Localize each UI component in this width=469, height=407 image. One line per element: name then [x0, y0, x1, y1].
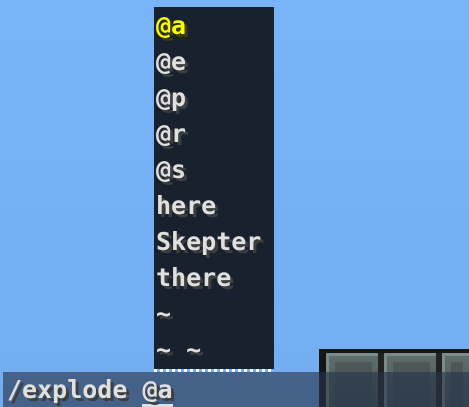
chat-input-field[interactable]: /explode @a: [7, 372, 173, 407]
suggestion-item[interactable]: ~: [156, 297, 171, 331]
suggestion-item[interactable]: @r: [156, 117, 186, 151]
suggestion-item[interactable]: here: [156, 189, 216, 223]
suggestion-item[interactable]: ~ ~: [156, 333, 201, 367]
suggestion-item[interactable]: @e: [156, 45, 186, 79]
chat-command-text: /explode: [7, 375, 143, 404]
chat-argument-text: @a: [142, 375, 173, 407]
suggestion-item-selected[interactable]: @a: [156, 9, 186, 43]
command-suggestion-list[interactable]: @a @e @p @r @s here Skepter there ~ ~ ~: [154, 7, 274, 369]
suggestion-item[interactable]: @s: [156, 153, 186, 187]
chat-input-bar[interactable]: /explode @a: [3, 372, 469, 407]
suggestion-item[interactable]: there: [156, 261, 231, 295]
suggestion-item[interactable]: @p: [156, 81, 186, 115]
suggestion-item[interactable]: Skepter: [156, 225, 261, 259]
